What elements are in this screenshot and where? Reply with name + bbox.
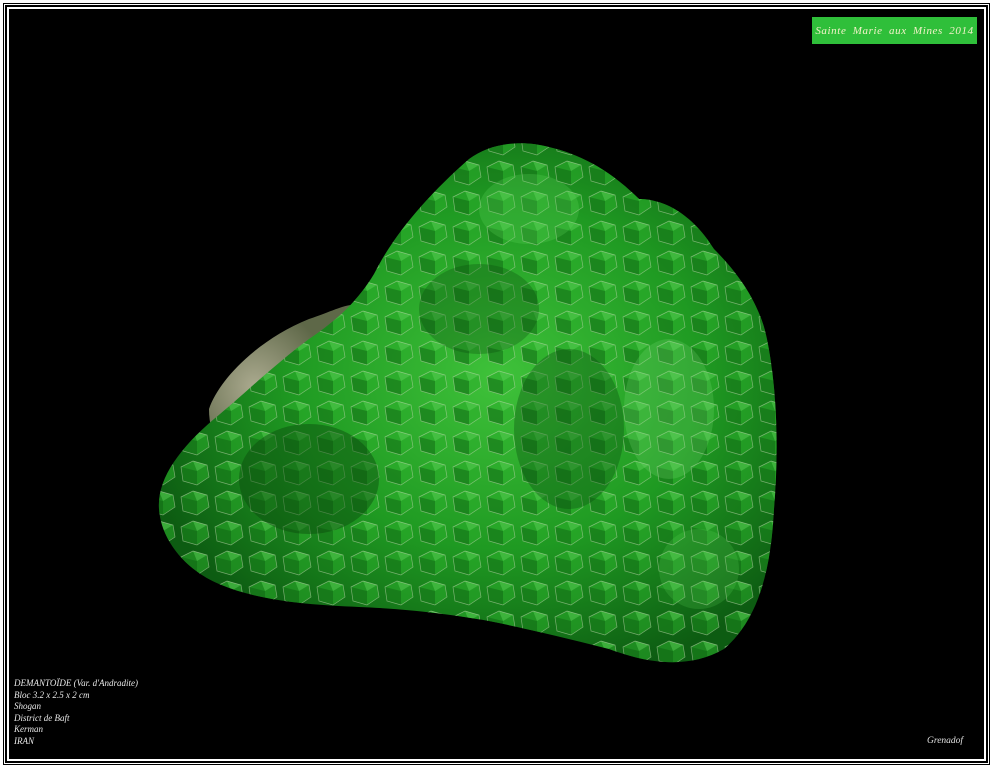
caption-locality: Shogan — [14, 701, 41, 712]
caption-species: DEMANTOÏDE (Var. d'Andradite) — [14, 678, 139, 688]
mineral-photo: Sainte Marie aux Mines 2014 DEMANTOÏDE (… — [9, 9, 984, 759]
caption-country: IRAN — [14, 735, 34, 746]
caption-size: Bloc 3.2 x 2.5 x 2 cm — [14, 689, 90, 700]
specimen-illustration — [158, 143, 777, 663]
caption-province: Kerman — [14, 724, 43, 735]
event-badge: Sainte Marie aux Mines 2014 — [812, 17, 977, 44]
caption-district: District de Baft — [14, 712, 70, 723]
specimen-caption: DEMANTOÏDE (Var. d'Andradite) Bloc 3.2 x… — [14, 678, 138, 748]
photo-credit: Grenadof — [927, 736, 964, 746]
